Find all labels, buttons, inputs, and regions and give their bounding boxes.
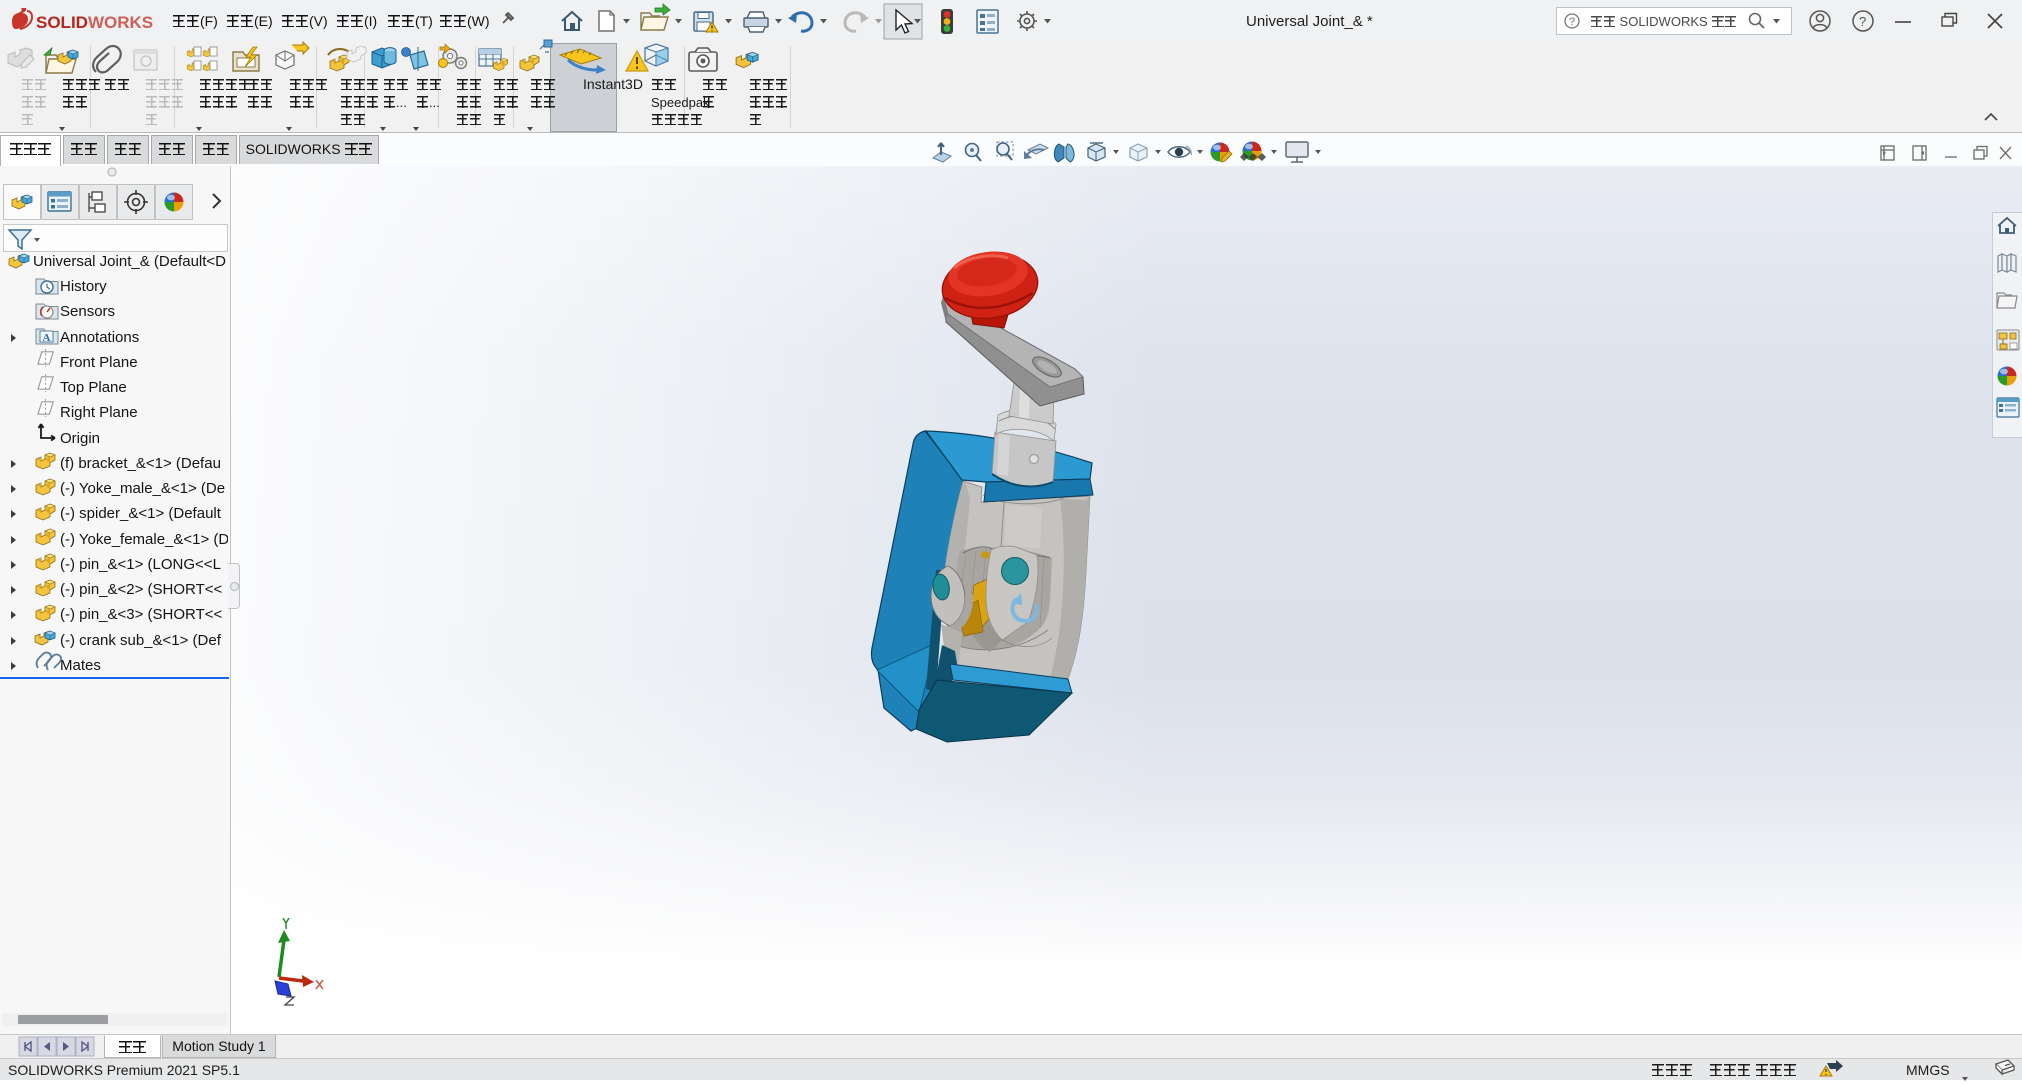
svg-text:?: ? xyxy=(1859,14,1866,29)
svg-text:A: A xyxy=(43,332,51,344)
svg-text:?: ? xyxy=(1569,16,1575,28)
